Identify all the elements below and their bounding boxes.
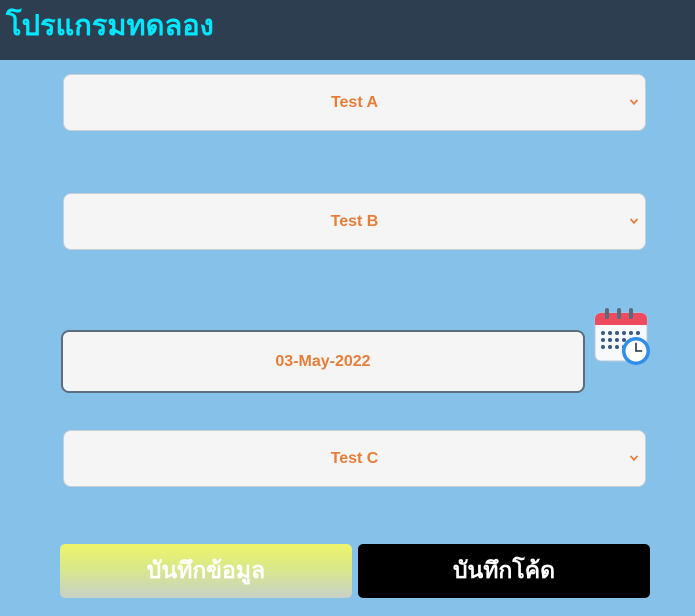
test-c-select[interactable]: Test C xyxy=(63,430,646,487)
test-c-select-value: Test C xyxy=(330,450,379,467)
chevron-down-icon xyxy=(629,99,639,106)
chevron-down-icon xyxy=(629,218,639,225)
app-header: โปรแกรมทดลอง xyxy=(0,0,695,60)
test-b-select[interactable]: Test B xyxy=(63,193,646,250)
date-input-value: 03-May-2022 xyxy=(275,353,371,370)
calendar-clock-icon[interactable] xyxy=(593,305,653,369)
test-b-select-value: Test B xyxy=(330,213,379,230)
test-a-select[interactable]: Test A xyxy=(63,74,646,131)
save-code-button[interactable]: บันทึกโค้ด xyxy=(358,544,650,598)
chevron-down-icon xyxy=(629,455,639,462)
save-data-button[interactable]: บันทึกข้อมูล xyxy=(60,544,352,598)
test-a-select-value: Test A xyxy=(330,94,379,111)
page-title: โปรแกรมทดลอง xyxy=(6,8,214,42)
date-input[interactable]: 03-May-2022 xyxy=(61,330,585,393)
